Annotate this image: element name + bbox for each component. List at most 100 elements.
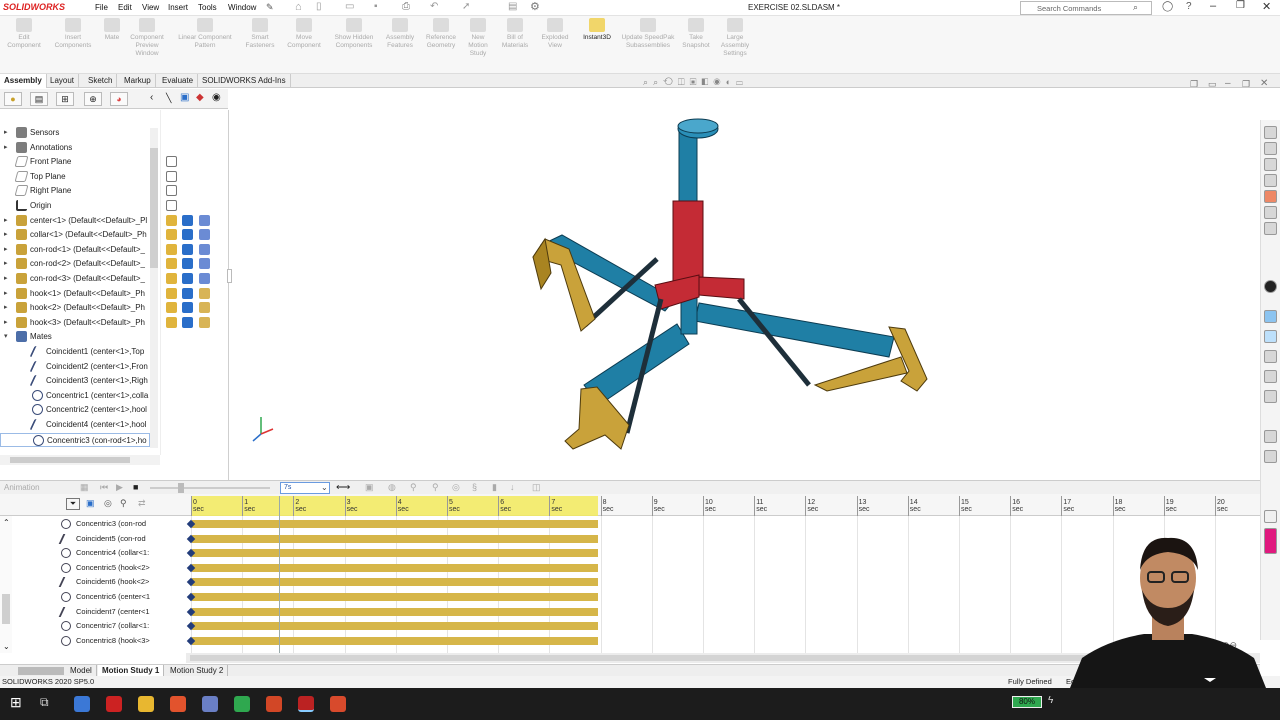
motion-tree-item[interactable]: Concentric8 (hook<3> [0, 634, 158, 649]
delete-draw-icon[interactable] [1264, 450, 1277, 463]
tree-item[interactable]: ▾ Mates [0, 330, 150, 344]
visibility-icon[interactable] [166, 156, 177, 168]
autokey-icon[interactable]: ⚲ [410, 482, 417, 493]
camtasia-app-icon[interactable] [234, 696, 250, 712]
tree-item[interactable]: ▸ Sensors [0, 126, 150, 140]
move-component-button[interactable]: Move Component [282, 18, 326, 50]
save-animation-icon[interactable]: ▣ [365, 482, 374, 493]
expand-toggle-icon[interactable]: ▸ [4, 274, 8, 282]
timeline-bar[interactable] [192, 607, 598, 616]
motor-icon[interactable]: ◎ [452, 482, 460, 493]
config-icon[interactable] [182, 287, 193, 299]
material-icon[interactable] [166, 229, 177, 241]
file-explorer-app-icon[interactable] [138, 696, 154, 712]
hook-3[interactable] [564, 386, 630, 450]
tree-item[interactable]: Coincident4 (center<1>,hool [0, 418, 150, 432]
line-draw-icon[interactable] [1264, 370, 1277, 383]
stop-icon[interactable]: ■ [133, 482, 138, 492]
tab-solidworks-addins[interactable]: SOLIDWORKS Add-Ins [198, 74, 291, 88]
graphics-area[interactable]: ⌕ ⌕ ⟲ ◫ ▣ ◧ ◉ ◐ ▭ [227, 77, 1259, 479]
add-key-icon[interactable]: ⚲ [432, 482, 439, 493]
menu-file[interactable]: File [95, 3, 108, 12]
tree-item[interactable]: Coincident3 (center<1>,Righ [0, 374, 150, 388]
battery-indicator[interactable]: 80% [1012, 696, 1042, 708]
timeline-bar[interactable] [192, 636, 598, 645]
tree-hscroll-thumb[interactable] [10, 457, 130, 463]
expand-toggle-icon[interactable]: ▸ [4, 259, 8, 267]
file-explorer-icon[interactable] [1264, 158, 1277, 171]
config-icon[interactable] [182, 229, 193, 241]
expand-toggle-icon[interactable]: ▸ [4, 143, 8, 151]
visibility-icon[interactable] [166, 200, 177, 211]
power-icon[interactable]: ϟ [1048, 695, 1053, 706]
playback-mode-select[interactable]: 7s ⌄ [280, 482, 330, 494]
appearance-icon[interactable]: ◆ [196, 92, 204, 103]
calculator-app-icon[interactable] [74, 696, 90, 712]
hide-show-icon[interactable]: ◉ [713, 77, 720, 87]
tree-item[interactable]: ▸ con-rod<2> (Default<<Default>_ [0, 257, 150, 271]
material-icon[interactable] [166, 258, 177, 270]
expand-toggle-icon[interactable]: ▾ [4, 332, 8, 340]
save-icon[interactable]: ▪ [374, 1, 378, 12]
line-tool-icon[interactable]: ╲ [166, 93, 171, 104]
spring-icon[interactable]: § [472, 482, 477, 492]
update-speedpak-button[interactable]: Update SpeedPak Subassemblies [620, 18, 676, 50]
tree-item[interactable]: Concentric1 (center<1>,colla [0, 389, 150, 403]
view-close-icon[interactable]: ✕ [1260, 78, 1268, 89]
component-preview-button[interactable]: Component Preview Window [124, 18, 170, 58]
pointer-tool-icon[interactable] [1264, 310, 1277, 323]
material-icon[interactable] [166, 273, 177, 284]
display-state-icon[interactable] [199, 273, 210, 284]
assembly-features-button[interactable]: Assembly Features [380, 18, 420, 50]
show-hidden-button[interactable]: Show Hidden Components [330, 18, 378, 50]
filter-selected-icon[interactable]: ⚲ [120, 498, 127, 509]
motion-filter-icon[interactable]: ⏷ [66, 498, 80, 510]
gravity-icon[interactable]: ↓ [510, 482, 515, 492]
tab-sketch[interactable]: Sketch [84, 74, 118, 88]
menu-tools[interactable]: Tools [198, 3, 217, 12]
menu-insert[interactable]: Insert [168, 3, 188, 12]
display-style-icon[interactable]: ◧ [702, 77, 709, 87]
user-icon[interactable]: ◯ [1162, 1, 1173, 12]
config-icon[interactable] [182, 273, 193, 284]
previous-view-icon[interactable]: ⟲ [663, 77, 673, 87]
timeline-bar[interactable] [192, 520, 598, 528]
display-manager-icon[interactable]: ◕ [110, 92, 128, 106]
motion-tree-item[interactable]: Coincident6 (hook<2> [0, 575, 158, 590]
instant3d-button[interactable]: Instant3D [578, 18, 616, 42]
menu-view[interactable]: View [142, 3, 159, 12]
expand-toggle-icon[interactable]: ▸ [4, 289, 8, 297]
brave-browser-icon[interactable] [170, 696, 186, 712]
config-icon[interactable] [182, 258, 193, 270]
view-tile-icon[interactable]: ▭ [1208, 79, 1217, 90]
playback-loop-icon[interactable]: ⟷ [336, 482, 350, 493]
insert-components-button[interactable]: Insert Components [50, 18, 96, 50]
smart-fasteners-button[interactable]: Smart Fasteners [240, 18, 280, 50]
box-view-icon[interactable]: ▣ [180, 92, 189, 103]
bill-of-materials-button[interactable]: Bill of Materials [498, 18, 532, 50]
filter-animated-icon[interactable]: ▣ [86, 498, 95, 509]
expand-toggle-icon[interactable]: ▸ [4, 216, 8, 224]
color-white-icon[interactable] [1264, 510, 1277, 523]
linear-pattern-button[interactable]: Linear Component Pattern [172, 18, 238, 50]
windows-start-icon[interactable]: ⊞ [10, 694, 22, 711]
menu-window[interactable]: Window [228, 3, 256, 12]
tree-item[interactable]: ▸ Annotations [0, 141, 150, 155]
configuration-manager-icon[interactable]: ⊞ [56, 92, 74, 106]
tree-item[interactable]: Concentric3 (con-rod<1>,ho [0, 432, 150, 447]
design-library-icon[interactable] [1264, 142, 1277, 155]
material-icon[interactable] [166, 243, 177, 255]
results-icon[interactable]: ◫ [532, 482, 541, 493]
mate-button[interactable]: Mate [100, 18, 124, 42]
recorder-app-icon[interactable] [330, 696, 346, 712]
playback-slider-thumb[interactable] [178, 483, 184, 493]
view-settings-icon[interactable]: ▭ [736, 77, 743, 87]
help-icon[interactable]: ? [1186, 1, 1192, 12]
view-maximize-icon[interactable]: ❐ [1242, 79, 1250, 90]
tab-markup[interactable]: Markup [120, 74, 156, 88]
open-file-icon[interactable]: ▭ [345, 1, 354, 12]
options-gear-icon[interactable]: ⚙ [530, 0, 540, 13]
tab-evaluate[interactable]: Evaluate [158, 74, 199, 88]
select-icon[interactable]: ➚ [462, 1, 470, 12]
menu-edit[interactable]: Edit [118, 3, 132, 12]
